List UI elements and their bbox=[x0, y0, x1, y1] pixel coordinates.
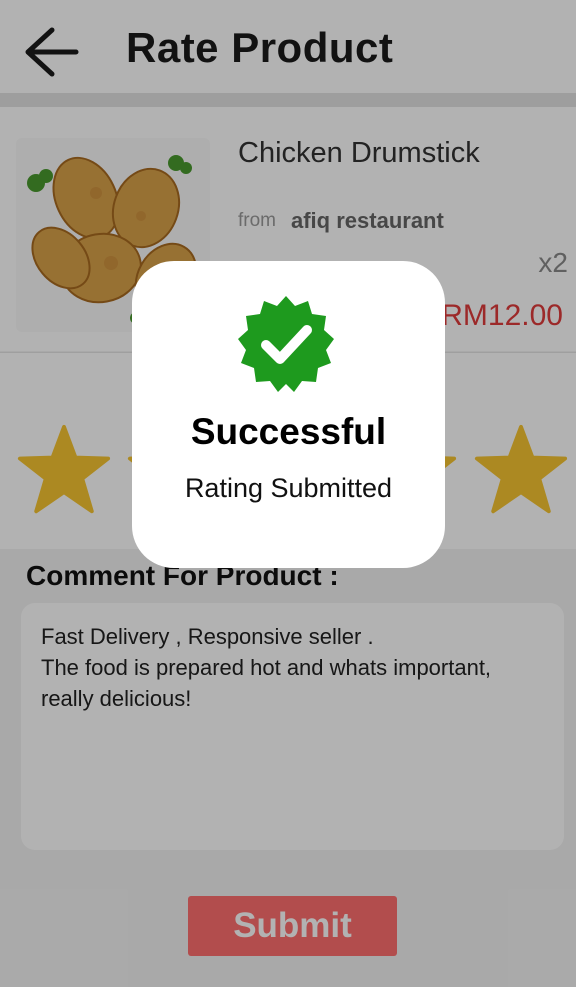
verified-badge-icon bbox=[238, 296, 334, 392]
dialog-title: Successful bbox=[190, 411, 387, 452]
dialog-message: Rating Submitted bbox=[184, 473, 393, 503]
success-dialog: Successful Rating Submitted bbox=[132, 261, 445, 568]
